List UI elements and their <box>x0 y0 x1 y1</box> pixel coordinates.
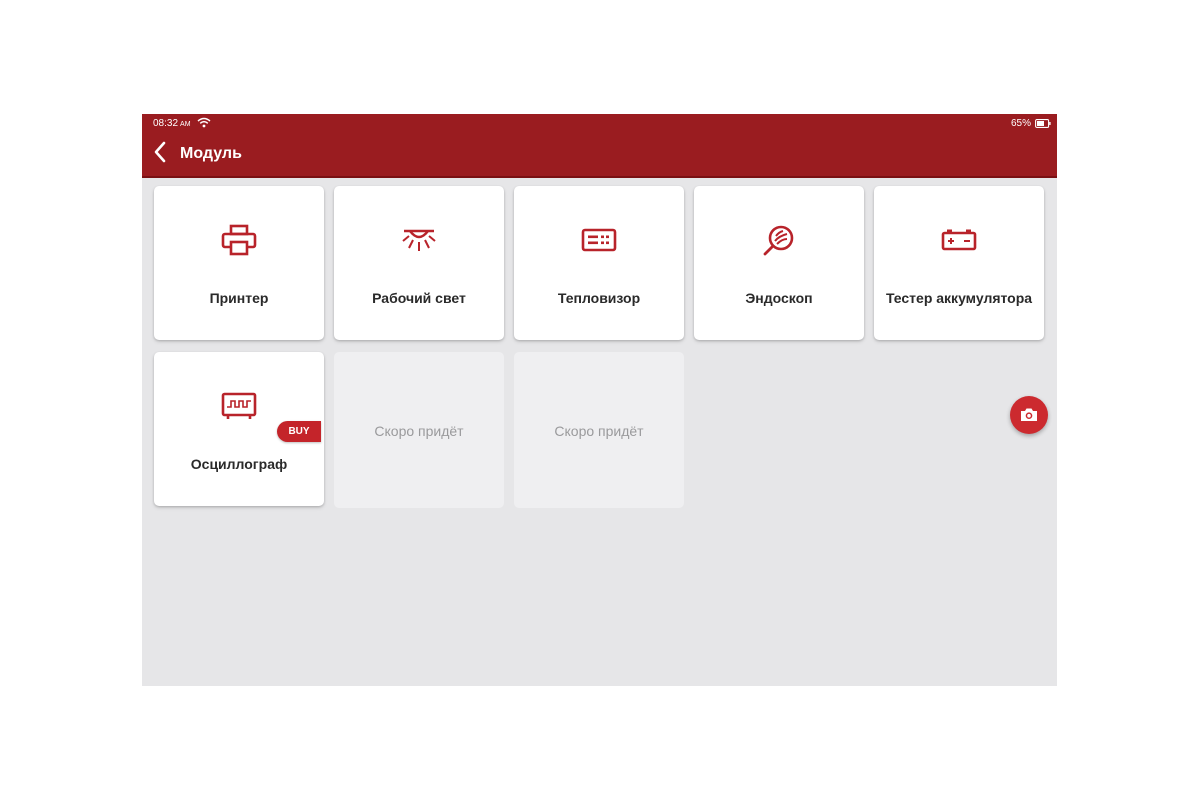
battery-level: 65% <box>1010 118 1031 129</box>
coming-soon-tile: Скоро придёт <box>334 352 504 508</box>
coming-soon-tile: Скоро придёт <box>514 352 684 508</box>
buy-badge[interactable]: BUY <box>277 421 321 442</box>
module-tile-oscilloscope[interactable]: BUY Осциллограф <box>154 352 324 506</box>
coming-soon-label: Скоро придёт <box>554 423 644 439</box>
status-right: 65% <box>1011 118 1051 129</box>
clock-ampm: AM <box>180 121 191 128</box>
module-tile-work-light[interactable]: Рабочий свет <box>334 186 504 340</box>
app-bar: 08:32 AM 65% Модуль <box>142 114 1057 178</box>
thermal-imager-icon <box>581 228 617 252</box>
printer-icon <box>221 224 257 256</box>
app-screen: 08:32 AM 65% Модуль Принтер Рабочий свет… <box>142 114 1057 686</box>
tile-label: Принтер <box>209 290 269 306</box>
tile-label: Тепловизор <box>557 290 641 306</box>
oscilloscope-icon <box>221 392 257 419</box>
module-tile-battery-tester[interactable]: Тестер аккумулятора <box>874 186 1044 340</box>
camera-icon <box>1021 408 1037 421</box>
module-tile-thermal-imager[interactable]: Тепловизор <box>514 186 684 340</box>
tile-label: Эндоскоп <box>745 290 813 306</box>
module-tile-endoscope[interactable]: Эндоскоп <box>694 186 864 340</box>
back-arrow-icon[interactable] <box>152 141 168 163</box>
status-time: 08:32 AM <box>153 118 191 129</box>
work-light-icon <box>402 229 436 251</box>
clock-time: 08:32 <box>153 118 179 129</box>
module-tile-printer[interactable]: Принтер <box>154 186 324 340</box>
battery-tester-icon <box>941 229 977 251</box>
coming-soon-label: Скоро придёт <box>374 423 464 439</box>
battery-icon <box>1035 119 1051 128</box>
screenshot-camera-button[interactable] <box>1010 396 1048 434</box>
wifi-icon <box>197 117 211 128</box>
tile-label: Тестер аккумулятора <box>885 290 1033 306</box>
tile-label: Рабочий свет <box>372 290 466 306</box>
tile-label: Осциллограф <box>190 456 288 472</box>
page-title: Модуль <box>180 145 242 162</box>
endoscope-icon <box>763 225 794 256</box>
